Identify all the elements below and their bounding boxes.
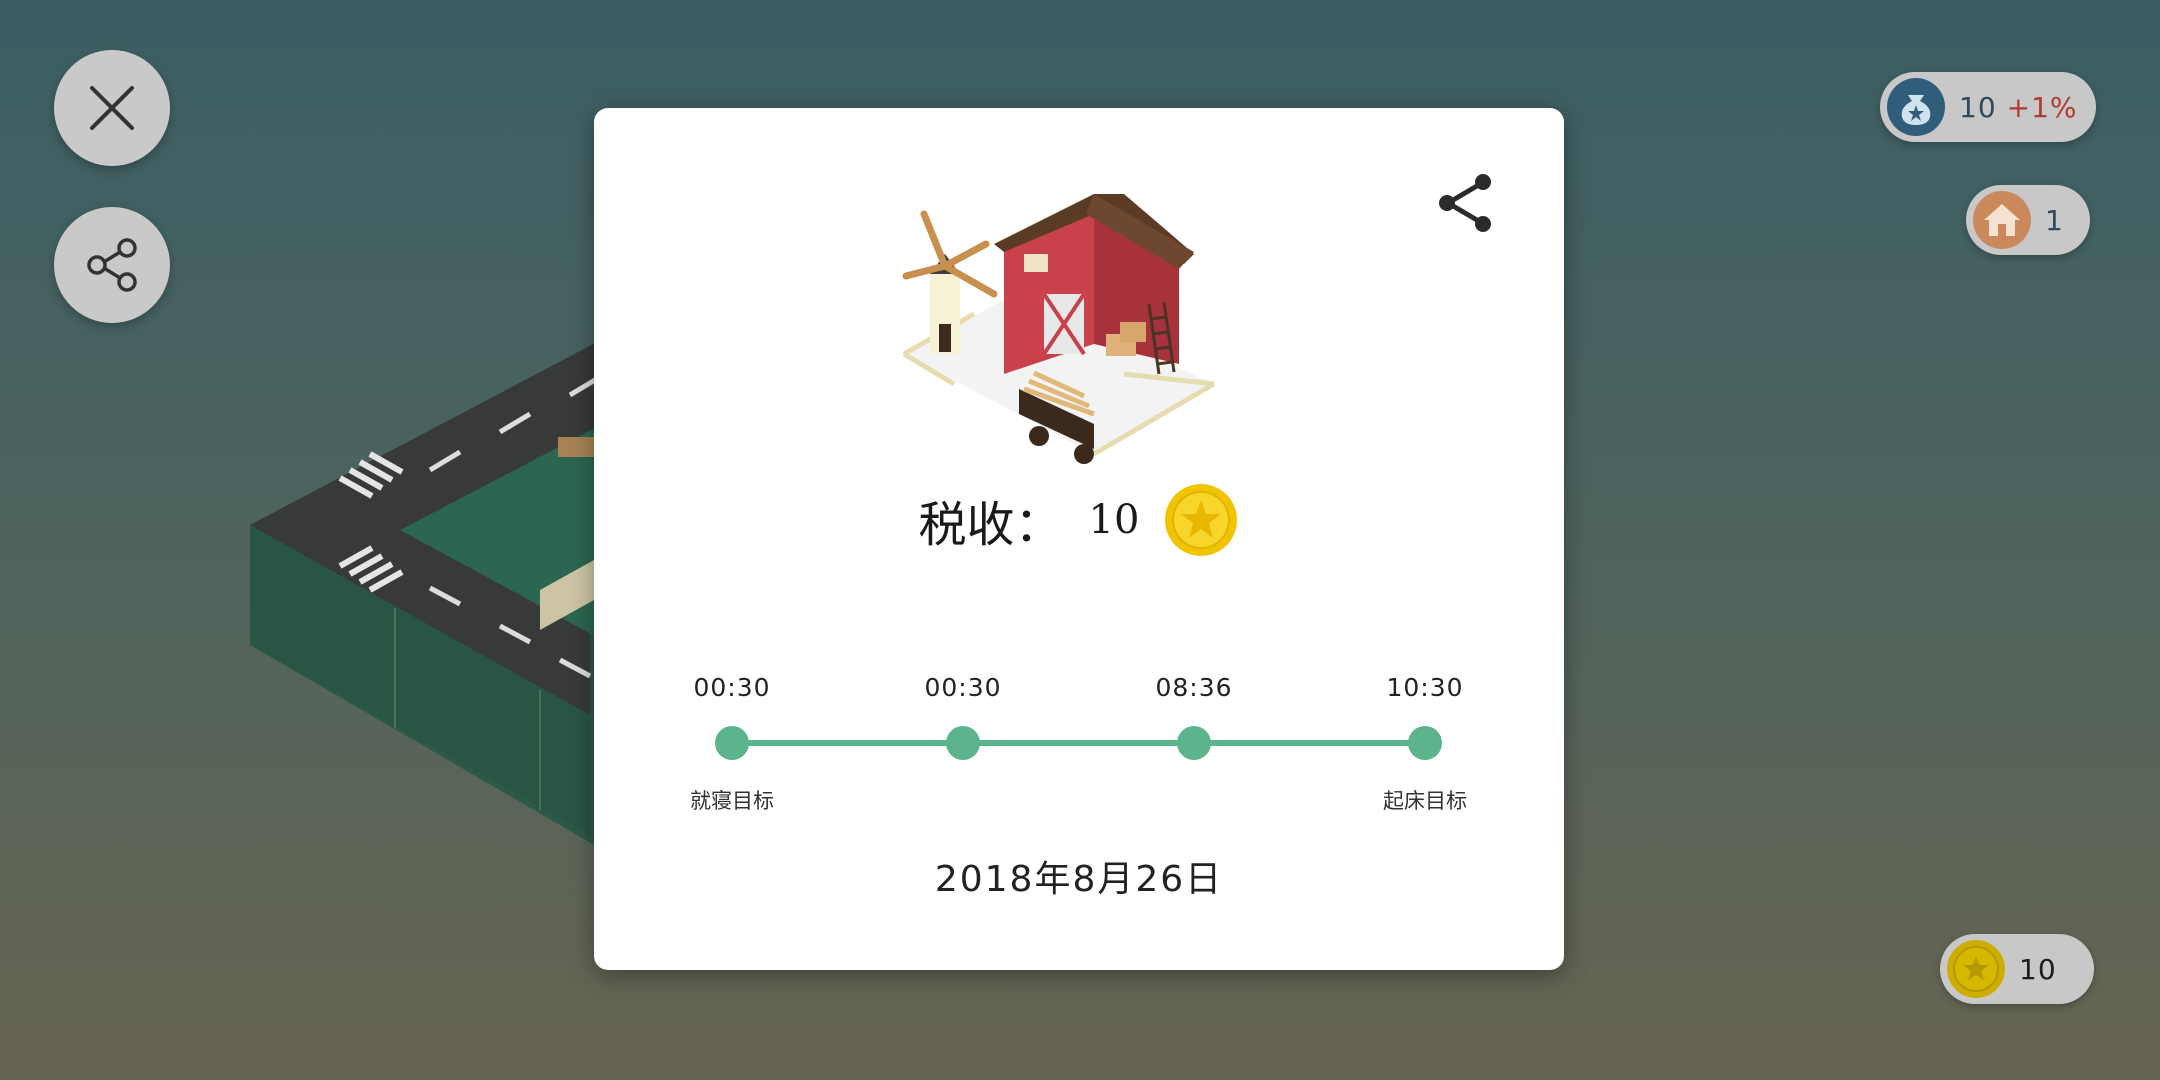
timeline-dot-2 [946, 726, 980, 760]
timeline-time-2: 00:30 [924, 673, 1002, 702]
farm-building-illustration [902, 194, 1216, 464]
tax-summary-dialog: 税收： 10 00:30 00:30 08:36 10:30 就寝目标 起床目标… [594, 108, 1564, 970]
share-icon[interactable] [1436, 172, 1494, 234]
money-bag-status[interactable]: 10 +1% [1880, 72, 2096, 142]
share-button[interactable] [54, 207, 170, 323]
close-icon [90, 86, 134, 130]
money-bag-value: 10 [1959, 90, 1997, 124]
bedtime-goal-label: 就寝目标 [690, 789, 774, 813]
coin-status[interactable]: 10 [1940, 934, 2094, 1004]
coin-icon [1947, 940, 2005, 998]
close-button[interactable] [54, 50, 170, 166]
sleep-timeline: 00:30 00:30 08:36 10:30 就寝目标 起床目标 [594, 663, 1564, 823]
timeline-time-1: 00:30 [693, 673, 771, 702]
timeline-dot-1 [715, 726, 749, 760]
house-status[interactable]: 1 [1966, 185, 2090, 255]
record-date: 2018年8月26日 [934, 859, 1224, 900]
house-count: 1 [2045, 203, 2064, 237]
money-bag-icon [1887, 78, 1945, 136]
tax-row: 税收： 10 [594, 480, 1564, 560]
timeline-time-3: 08:36 [1155, 673, 1233, 702]
timeline-dot-3 [1177, 726, 1211, 760]
timeline-dot-4 [1408, 726, 1442, 760]
coin-icon [1165, 484, 1238, 556]
coin-count: 10 [2019, 952, 2057, 986]
tax-value: 10 [1088, 497, 1140, 543]
money-bag-bonus: +1% [2006, 90, 2078, 124]
house-icon [1973, 191, 2031, 249]
share-icon [87, 238, 137, 292]
timeline-time-4: 10:30 [1386, 673, 1464, 702]
timeline-track [732, 740, 1426, 746]
wake-goal-label: 起床目标 [1383, 789, 1467, 813]
tax-label: 税收： [918, 497, 1063, 553]
